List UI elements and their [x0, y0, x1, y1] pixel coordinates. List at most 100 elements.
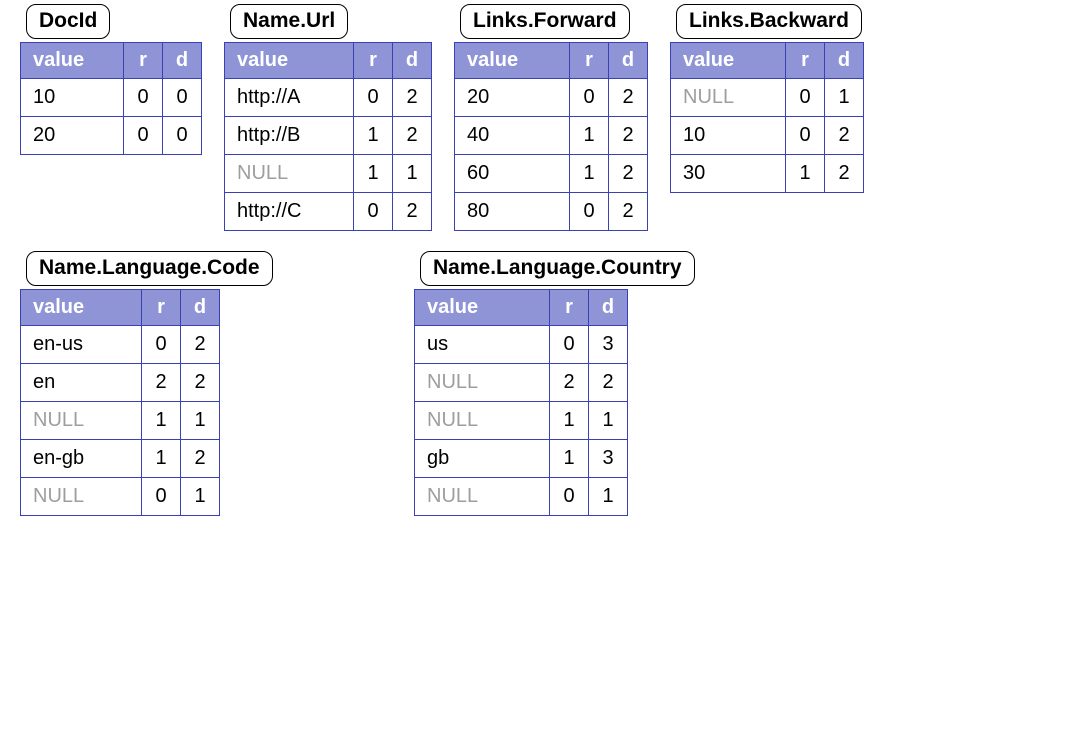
cell-d: 2 — [609, 193, 648, 231]
panel-title-name-language-code: Name.Language.Code — [26, 251, 273, 286]
cell-d: 1 — [589, 402, 628, 440]
table-docid: value r d 10002000 — [20, 42, 202, 155]
cell-value: 20 — [455, 79, 570, 117]
cell-r: 1 — [786, 155, 825, 193]
table-row: 1002 — [671, 117, 864, 155]
table-name-language-country: value r d us03NULL22NULL11gb13NULL01 — [414, 289, 628, 516]
cell-r: 2 — [142, 364, 181, 402]
table-links-backward: value r d NULL0110023012 — [670, 42, 864, 193]
cell-value: 10 — [671, 117, 786, 155]
cell-value: NULL — [671, 79, 786, 117]
panel-title-name-url: Name.Url — [230, 4, 348, 39]
col-value: value — [21, 43, 124, 79]
col-d: d — [825, 43, 864, 79]
table-row: http://C02 — [225, 193, 432, 231]
cell-r: 1 — [354, 155, 393, 193]
table-row: NULL11 — [415, 402, 628, 440]
col-r: r — [570, 43, 609, 79]
cell-r: 1 — [142, 402, 181, 440]
cell-d: 2 — [181, 440, 220, 478]
cell-d: 2 — [609, 155, 648, 193]
table-row: gb13 — [415, 440, 628, 478]
cell-d: 2 — [393, 117, 432, 155]
table-header-row: value r d — [415, 290, 628, 326]
cell-r: 2 — [550, 364, 589, 402]
cell-value: http://A — [225, 79, 354, 117]
cell-value: 80 — [455, 193, 570, 231]
cell-value: NULL — [225, 155, 354, 193]
table-row: 1000 — [21, 79, 202, 117]
table-row: NULL22 — [415, 364, 628, 402]
cell-value: 60 — [455, 155, 570, 193]
cell-d: 3 — [589, 326, 628, 364]
table-header-row: value r d — [455, 43, 648, 79]
table-row: 2002 — [455, 79, 648, 117]
cell-d: 2 — [181, 326, 220, 364]
cell-value: gb — [415, 440, 550, 478]
cell-d: 0 — [163, 79, 202, 117]
cell-value: en-gb — [21, 440, 142, 478]
cell-d: 2 — [825, 117, 864, 155]
table-row: http://B12 — [225, 117, 432, 155]
cell-r: 0 — [570, 79, 609, 117]
cell-d: 1 — [393, 155, 432, 193]
panel-title-links-forward: Links.Forward — [460, 4, 630, 39]
col-value: value — [455, 43, 570, 79]
cell-value: NULL — [21, 402, 142, 440]
cell-d: 2 — [393, 193, 432, 231]
col-d: d — [163, 43, 202, 79]
row-1: DocId value r d 10002000 Name.Url value — [20, 24, 1058, 231]
cell-r: 1 — [550, 440, 589, 478]
cell-value: 10 — [21, 79, 124, 117]
col-value: value — [225, 43, 354, 79]
cell-r: 0 — [124, 79, 163, 117]
table-row: en22 — [21, 364, 220, 402]
panel-title-name-language-country: Name.Language.Country — [420, 251, 695, 286]
panel-links-backward: Links.Backward value r d NULL0110023012 — [670, 24, 864, 193]
col-value: value — [415, 290, 550, 326]
cell-value: us — [415, 326, 550, 364]
panel-docid: DocId value r d 10002000 — [20, 24, 202, 155]
cell-value: NULL — [415, 364, 550, 402]
table-row: en-us02 — [21, 326, 220, 364]
cell-r: 1 — [142, 440, 181, 478]
panel-name-language-country: Name.Language.Country value r d us03NULL… — [414, 271, 628, 516]
table-row: http://A02 — [225, 79, 432, 117]
row-2: Name.Language.Code value r d en-us02en22… — [20, 271, 1058, 516]
table-header-row: value r d — [21, 43, 202, 79]
cell-d: 2 — [609, 117, 648, 155]
table-row: us03 — [415, 326, 628, 364]
table-links-forward: value r d 2002401260128002 — [454, 42, 648, 231]
cell-value: NULL — [415, 402, 550, 440]
table-row: 8002 — [455, 193, 648, 231]
col-r: r — [550, 290, 589, 326]
table-row: NULL01 — [671, 79, 864, 117]
table-row: NULL01 — [21, 478, 220, 516]
col-r: r — [142, 290, 181, 326]
cell-r: 0 — [570, 193, 609, 231]
cell-value: 40 — [455, 117, 570, 155]
cell-r: 0 — [354, 79, 393, 117]
col-d: d — [181, 290, 220, 326]
cell-d: 1 — [181, 478, 220, 516]
table-row: NULL11 — [21, 402, 220, 440]
table-row: NULL11 — [225, 155, 432, 193]
table-row: 4012 — [455, 117, 648, 155]
cell-r: 0 — [550, 478, 589, 516]
table-row: 2000 — [21, 117, 202, 155]
table-header-row: value r d — [225, 43, 432, 79]
cell-r: 0 — [142, 326, 181, 364]
cell-d: 2 — [825, 155, 864, 193]
col-r: r — [786, 43, 825, 79]
page: DocId value r d 10002000 Name.Url value — [0, 0, 1078, 756]
cell-d: 2 — [589, 364, 628, 402]
col-value: value — [671, 43, 786, 79]
cell-d: 1 — [181, 402, 220, 440]
col-r: r — [354, 43, 393, 79]
cell-value: NULL — [415, 478, 550, 516]
panel-title-links-backward: Links.Backward — [676, 4, 862, 39]
cell-r: 0 — [786, 79, 825, 117]
table-name-url: value r d http://A02http://B12NULL11http… — [224, 42, 432, 231]
cell-r: 1 — [570, 117, 609, 155]
cell-value: 30 — [671, 155, 786, 193]
